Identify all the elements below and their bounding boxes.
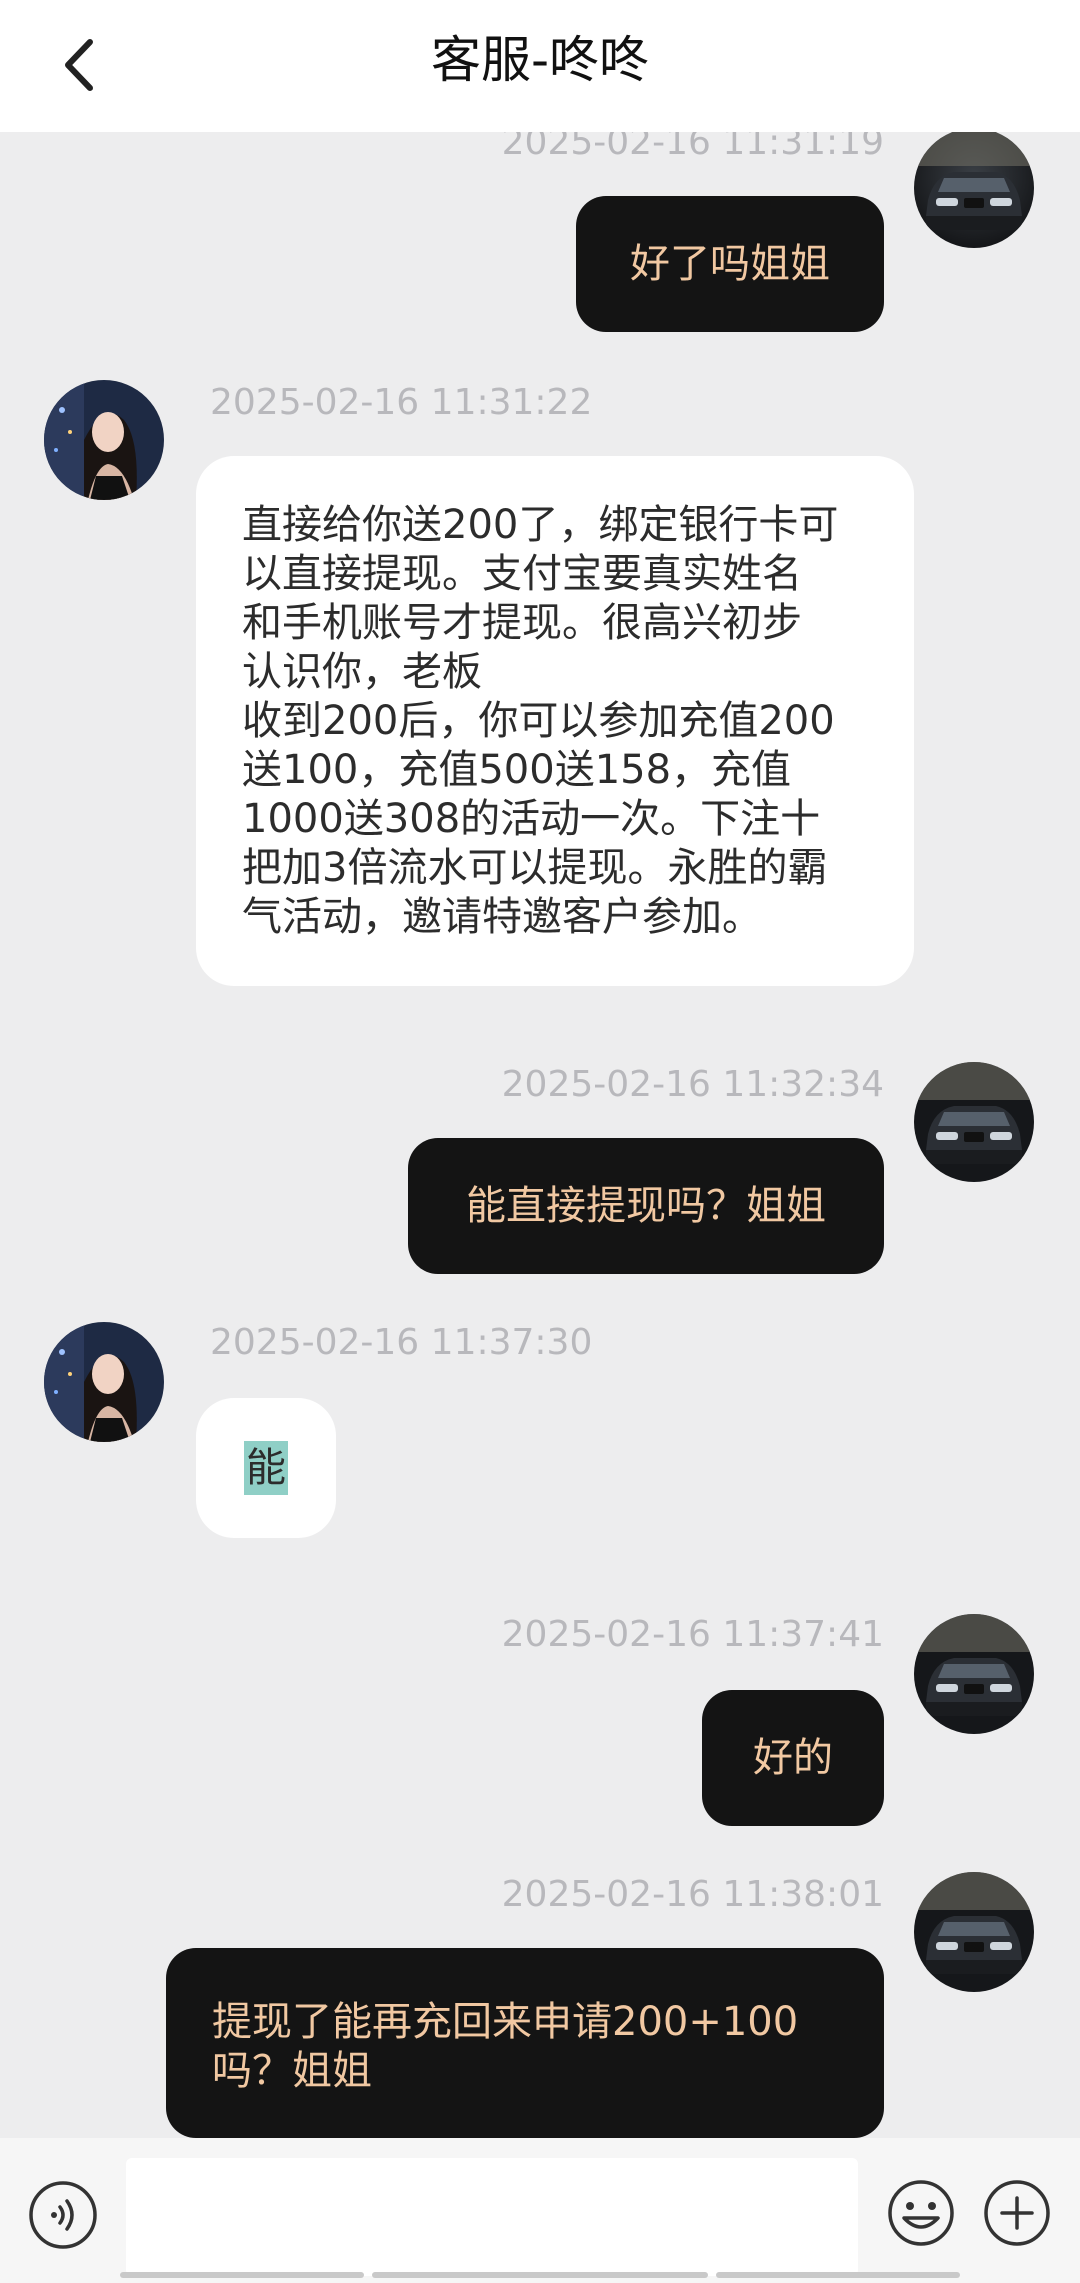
agent-avatar — [44, 1322, 164, 1442]
agent-avatar — [44, 380, 164, 500]
chat-header: 客服-咚咚 — [0, 0, 1080, 132]
message-line: 送100，充值500送158，充值 — [242, 747, 792, 793]
message-bubble-outgoing[interactable]: 提现了能再充回来申请200+100 吗？姐姐 — [166, 1948, 884, 2138]
user-avatar — [914, 1062, 1034, 1182]
message-timestamp: 2025-02-16 11:38:01 — [501, 1874, 884, 1915]
message-bubble-incoming[interactable]: 能 — [196, 1398, 336, 1538]
user-avatar — [914, 1872, 1034, 1992]
input-bar — [0, 2138, 1080, 2283]
message-line: 认识你，老板 — [242, 649, 482, 695]
message-input[interactable] — [126, 2158, 858, 2276]
message-line: 把加3倍流水可以提现。永胜的霸 — [242, 845, 828, 891]
message-line: 气活动，邀请特邀客户参加。 — [242, 894, 762, 940]
message-list[interactable]: 2025-02-16 11:31:19 好了吗姐姐 2025-02-16 11:… — [0, 132, 1080, 2138]
message-bubble-outgoing[interactable]: 能直接提现吗？姐姐 — [408, 1138, 884, 1274]
voice-icon — [29, 2181, 97, 2249]
user-avatar — [914, 1614, 1034, 1734]
message-bubble-outgoing[interactable]: 好的 — [702, 1690, 884, 1826]
message-bubble-outgoing[interactable]: 好了吗姐姐 — [576, 196, 884, 332]
selected-text[interactable]: 能 — [244, 1441, 288, 1495]
emoji-button[interactable] — [886, 2178, 956, 2248]
page-title: 客服-咚咚 — [430, 31, 650, 89]
user-avatar — [914, 132, 1034, 248]
message-line: 直接给你送200了，绑定银行卡可 — [242, 502, 839, 548]
message-timestamp: 2025-02-16 11:37:41 — [501, 1614, 884, 1655]
message-timestamp: 2025-02-16 11:31:19 — [501, 132, 884, 163]
voice-button[interactable] — [26, 2178, 100, 2252]
gesture-bar-left — [120, 2272, 364, 2278]
message-line: 以直接提现。支付宝要真实姓名 — [242, 551, 802, 597]
message-bubble-incoming[interactable]: 直接给你送200了，绑定银行卡可 以直接提现。支付宝要真实姓名 和手机账号才提现… — [196, 456, 914, 986]
message-timestamp: 2025-02-16 11:32:34 — [501, 1064, 884, 1105]
message-line: 1000送308的活动一次。下注十 — [242, 796, 821, 842]
message-line: 收到200后，你可以参加充值200 — [242, 698, 835, 744]
message-timestamp: 2025-02-16 11:31:22 — [210, 382, 593, 423]
gesture-bar-center — [372, 2272, 708, 2278]
message-line: 提现了能再充回来申请200+100 — [212, 1999, 799, 2045]
message-line: 和手机账号才提现。很高兴初步 — [242, 600, 802, 646]
gesture-bar-right — [716, 2272, 960, 2278]
plus-icon — [984, 2180, 1050, 2246]
message-line: 吗？姐姐 — [212, 2048, 372, 2094]
more-button[interactable] — [982, 2178, 1052, 2248]
message-timestamp: 2025-02-16 11:37:30 — [210, 1322, 593, 1363]
emoji-icon — [888, 2180, 954, 2246]
